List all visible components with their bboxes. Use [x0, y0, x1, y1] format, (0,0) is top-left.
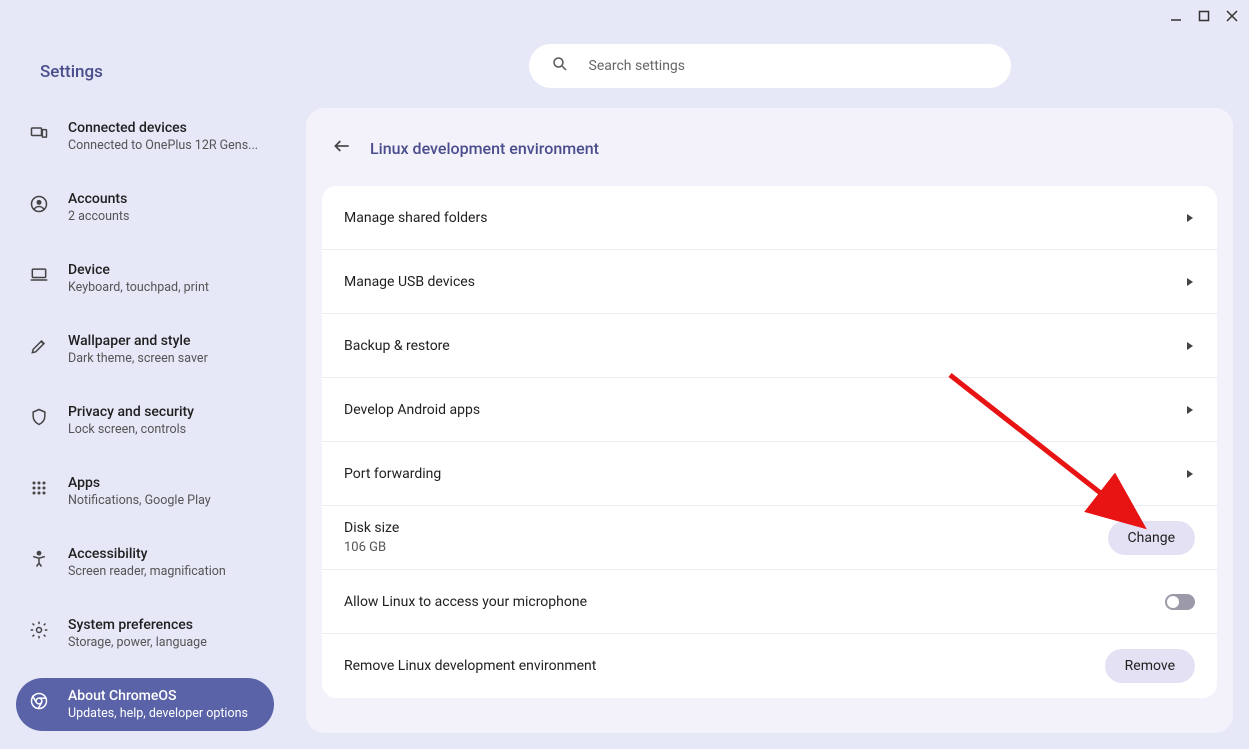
chevron-right-icon	[1185, 272, 1195, 291]
microphone-toggle[interactable]	[1165, 594, 1195, 610]
main: Linux development environment Manage sha…	[290, 32, 1249, 749]
sidebar: Settings Connected devices Connected to O…	[0, 32, 290, 749]
row-label: Manage shared folders	[344, 210, 487, 226]
row-microphone[interactable]: Allow Linux to access your microphone	[322, 570, 1217, 634]
sidebar-item-label: Accounts	[68, 191, 129, 207]
sidebar-item-wallpaper[interactable]: Wallpaper and style Dark theme, screen sa…	[16, 323, 274, 376]
sidebar-item-system[interactable]: System preferences Storage, power, langua…	[16, 607, 274, 660]
search-bar[interactable]	[529, 44, 1011, 88]
sidebar-item-label: Apps	[68, 475, 211, 491]
row-label: Manage USB devices	[344, 274, 475, 290]
chevron-right-icon	[1185, 336, 1195, 355]
sidebar-item-label: About ChromeOS	[68, 688, 248, 704]
row-label: Develop Android apps	[344, 402, 480, 418]
sidebar-item-label: Device	[68, 262, 209, 278]
row-port-forwarding[interactable]: Port forwarding	[322, 442, 1217, 506]
sidebar-item-label: Wallpaper and style	[68, 333, 208, 349]
sidebar-item-label: Privacy and security	[68, 404, 194, 420]
minimize-icon[interactable]	[1169, 9, 1183, 23]
sidebar-item-label: Connected devices	[68, 120, 258, 136]
page-title: Linux development environment	[370, 139, 599, 158]
row-remove-linux: Remove Linux development environment Rem…	[322, 634, 1217, 698]
chrome-icon	[28, 690, 50, 712]
row-disk-size: Disk size 106 GB Change	[322, 506, 1217, 570]
row-label: Port forwarding	[344, 466, 441, 482]
app-title: Settings	[16, 52, 274, 110]
back-button[interactable]	[332, 136, 352, 160]
brush-icon	[28, 335, 50, 357]
row-backup-restore[interactable]: Backup & restore	[322, 314, 1217, 378]
row-usb-devices[interactable]: Manage USB devices	[322, 250, 1217, 314]
row-android-apps[interactable]: Develop Android apps	[322, 378, 1217, 442]
row-label: Allow Linux to access your microphone	[344, 594, 587, 610]
chevron-right-icon	[1185, 464, 1195, 483]
change-button[interactable]: Change	[1108, 521, 1195, 555]
sidebar-item-sub: Dark theme, screen saver	[68, 351, 208, 366]
sidebar-item-sub: Notifications, Google Play	[68, 493, 211, 508]
search-icon	[551, 55, 569, 77]
sidebar-item-sub: Keyboard, touchpad, print	[68, 280, 209, 295]
remove-button[interactable]: Remove	[1105, 649, 1195, 683]
sidebar-item-sub: Screen reader, magnification	[68, 564, 226, 579]
sidebar-item-label: System preferences	[68, 617, 207, 633]
content-panel: Linux development environment Manage sha…	[306, 108, 1233, 733]
accessibility-icon	[28, 548, 50, 570]
search-input[interactable]	[589, 58, 989, 74]
sidebar-item-sub: Storage, power, language	[68, 635, 207, 650]
row-label: Backup & restore	[344, 338, 450, 354]
gear-icon	[28, 619, 50, 641]
sidebar-item-sub: Updates, help, developer options	[68, 706, 248, 721]
sidebar-item-about[interactable]: About ChromeOS Updates, help, developer o…	[16, 678, 274, 731]
row-shared-folders[interactable]: Manage shared folders	[322, 186, 1217, 250]
sidebar-item-apps[interactable]: Apps Notifications, Google Play	[16, 465, 274, 518]
devices-icon	[28, 122, 50, 144]
sidebar-item-device[interactable]: Device Keyboard, touchpad, print	[16, 252, 274, 305]
account-icon	[28, 193, 50, 215]
sidebar-item-sub: Lock screen, controls	[68, 422, 194, 437]
sidebar-item-sub: Connected to OnePlus 12R Gens...	[68, 138, 258, 153]
sidebar-item-sub: 2 accounts	[68, 209, 129, 224]
sidebar-item-accounts[interactable]: Accounts 2 accounts	[16, 181, 274, 234]
chevron-right-icon	[1185, 400, 1195, 419]
apps-icon	[28, 477, 50, 499]
maximize-icon[interactable]	[1197, 9, 1211, 23]
disk-size-value: 106 GB	[344, 540, 399, 555]
row-label: Remove Linux development environment	[344, 658, 596, 674]
chevron-right-icon	[1185, 208, 1195, 227]
sidebar-item-connected-devices[interactable]: Connected devices Connected to OnePlus 12…	[16, 110, 274, 163]
sidebar-item-privacy[interactable]: Privacy and security Lock screen, control…	[16, 394, 274, 447]
close-icon[interactable]	[1225, 9, 1239, 23]
sidebar-item-label: Accessibility	[68, 546, 226, 562]
row-label: Disk size	[344, 520, 399, 536]
window-titlebar	[0, 0, 1249, 32]
sidebar-item-accessibility[interactable]: Accessibility Screen reader, magnificatio…	[16, 536, 274, 589]
laptop-icon	[28, 264, 50, 286]
shield-icon	[28, 406, 50, 428]
